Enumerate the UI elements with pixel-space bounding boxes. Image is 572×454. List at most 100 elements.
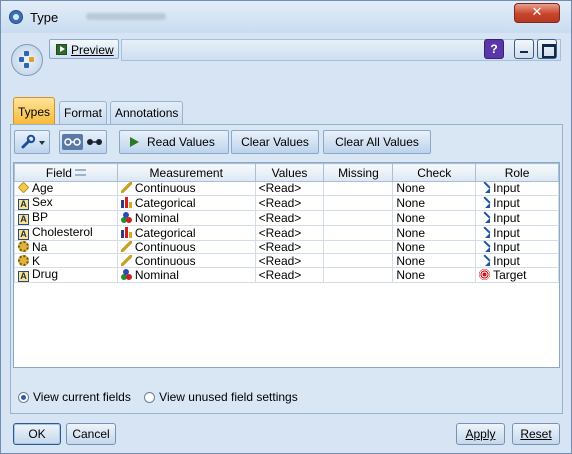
missing-cell[interactable] [323, 267, 394, 284]
values-cell[interactable]: <Read> [254, 253, 325, 269]
tab-types[interactable]: Types [13, 97, 56, 125]
glasses-filled-icon[interactable] [84, 134, 105, 150]
glasses-outline-icon[interactable] [62, 134, 83, 150]
column-header-field[interactable]: Field [14, 163, 118, 182]
role-cell[interactable]: Input [475, 224, 559, 241]
continuous-icon [120, 254, 132, 266]
table-row[interactable]: A Cholesterol Categorical <Read> None Input [14, 224, 559, 241]
continuous-icon [120, 182, 132, 194]
string-field-icon: A [18, 228, 29, 240]
sort-icon [74, 168, 86, 176]
measurement-cell[interactable]: Continuous [116, 181, 256, 196]
measurement-cell[interactable]: Nominal [116, 267, 256, 284]
node-dot [24, 63, 29, 68]
measurement-cell[interactable]: Categorical [116, 194, 256, 211]
app-icon [9, 10, 23, 24]
table-row[interactable]: K Continuous <Read> None Input [14, 253, 559, 269]
measurement-cell[interactable]: Continuous [116, 253, 256, 269]
categorical-icon [120, 226, 132, 238]
radio-view-current-fields[interactable] [18, 392, 29, 403]
field-cell[interactable]: A Sex [14, 194, 118, 211]
measurement-cell[interactable]: Categorical [116, 224, 256, 241]
clear-all-values-button[interactable]: Clear All Values [323, 130, 431, 154]
table-header-row: Field Measurement Values Missing Check R… [14, 163, 559, 182]
column-header-check[interactable]: Check [392, 163, 477, 182]
close-button[interactable]: ✕ [514, 3, 560, 23]
check-cell[interactable]: None [392, 224, 477, 241]
reset-button[interactable]: Reset [512, 423, 560, 445]
help-button[interactable]: ? [484, 39, 504, 59]
field-cell[interactable]: A Drug [14, 267, 118, 284]
field-cell[interactable]: Na [14, 239, 118, 255]
tab-annotations[interactable]: Annotations [110, 101, 184, 125]
measurement-cell[interactable]: Continuous [116, 239, 256, 255]
measurement-cell[interactable]: Nominal [116, 209, 256, 226]
preview-label: Preview [71, 43, 114, 57]
role-cell[interactable]: Input [475, 209, 559, 226]
table-row[interactable]: A BP Nominal <Read> None Input [14, 209, 559, 226]
table-row[interactable]: A Sex Categorical <Read> None Input [14, 194, 559, 211]
radio-view-unused-field-settings[interactable] [144, 392, 156, 403]
values-cell[interactable]: <Read> [254, 224, 325, 241]
column-header-values[interactable]: Values [254, 163, 325, 182]
view-toggle-group[interactable] [59, 130, 107, 154]
string-field-icon: A [18, 213, 29, 225]
help-icon: ? [490, 42, 498, 56]
missing-cell[interactable] [323, 253, 394, 269]
check-cell[interactable]: None [392, 181, 477, 196]
view-unused-field-settings-label[interactable]: View unused field settings [159, 390, 298, 404]
missing-cell[interactable] [323, 209, 394, 226]
apply-button[interactable]: Apply [456, 423, 505, 445]
values-cell[interactable]: <Read> [254, 181, 325, 196]
column-header-missing[interactable]: Missing [323, 163, 394, 182]
maximize-button[interactable] [537, 39, 557, 59]
role-cell[interactable]: Input [475, 194, 559, 211]
column-header-measurement[interactable]: Measurement [116, 163, 256, 182]
missing-cell[interactable] [323, 224, 394, 241]
clear-values-button[interactable]: Clear Values [231, 130, 319, 154]
node-dot [29, 57, 34, 62]
table-row[interactable]: Age Continuous <Read> None Input [14, 181, 559, 196]
table-row[interactable]: A Drug Nominal <Read> None Target [14, 267, 559, 284]
values-cell[interactable]: <Read> [254, 267, 325, 284]
role-cell[interactable]: Input [475, 253, 559, 269]
view-current-fields-label[interactable]: View current fields [33, 390, 131, 404]
tab-format[interactable]: Format [59, 101, 108, 125]
ok-button[interactable]: OK [13, 423, 61, 445]
read-values-button[interactable]: Read Values [119, 130, 229, 154]
missing-cell[interactable] [323, 194, 394, 211]
tools-menu-button[interactable] [14, 130, 50, 154]
field-cell[interactable]: K [14, 253, 118, 269]
values-cell[interactable]: <Read> [254, 194, 325, 211]
cancel-button[interactable]: Cancel [66, 423, 116, 445]
nominal-icon [120, 269, 132, 281]
preview-icon [56, 44, 67, 55]
view-options: View current fields View unused field se… [18, 390, 308, 404]
type-dialog: Type ✕ Preview ? Types Format Annotation… [0, 0, 572, 454]
column-header-role[interactable]: Role [475, 163, 559, 182]
table-row[interactable]: Na Continuous <Read> None Input [14, 239, 559, 255]
minimize-button[interactable] [514, 39, 534, 59]
check-cell[interactable]: None [392, 253, 477, 269]
field-cell[interactable]: Age [14, 181, 118, 196]
role-cell[interactable]: Input [475, 181, 559, 196]
check-cell[interactable]: None [392, 267, 477, 284]
missing-cell[interactable] [323, 181, 394, 196]
check-cell[interactable]: None [392, 239, 477, 255]
close-icon: ✕ [531, 5, 543, 20]
role-cell[interactable]: Input [475, 239, 559, 255]
title-bar[interactable]: Type ✕ [1, 1, 571, 33]
field-cell[interactable]: A BP [14, 209, 118, 226]
values-cell[interactable]: <Read> [254, 239, 325, 255]
preview-button[interactable]: Preview [49, 39, 119, 59]
missing-cell[interactable] [323, 239, 394, 255]
role-cell[interactable]: Target [475, 267, 559, 284]
check-cell[interactable]: None [392, 194, 477, 211]
values-cell[interactable]: <Read> [254, 209, 325, 226]
input-arrow-icon [479, 241, 491, 253]
field-cell[interactable]: A Cholesterol [14, 224, 118, 241]
node-dot [24, 51, 29, 56]
continuous-icon [120, 241, 132, 253]
check-cell[interactable]: None [392, 209, 477, 226]
fields-table[interactable]: Field Measurement Values Missing Check R… [13, 162, 560, 368]
